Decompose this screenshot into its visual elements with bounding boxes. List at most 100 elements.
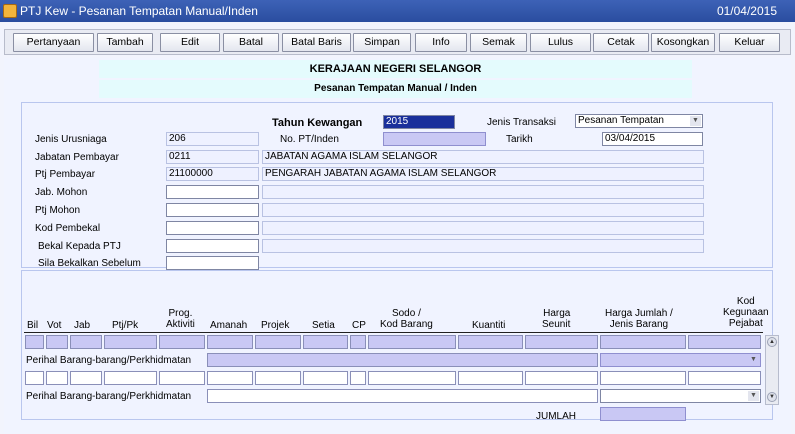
tambah-button[interactable]: Tambah bbox=[97, 33, 153, 52]
jenis-urusniaga-field[interactable]: 206 bbox=[166, 132, 259, 146]
toolbar: Pertanyaan Tambah Edit Batal Batal Baris… bbox=[4, 29, 791, 55]
col-harga-jumlah: Harga Jumlah / Jenis Barang bbox=[605, 308, 673, 330]
row1-bil[interactable] bbox=[25, 335, 44, 349]
scroll-down-icon[interactable]: ▼ bbox=[767, 392, 777, 402]
perihal-label-2: Perihal Barang-barang/Perkhidmatan bbox=[26, 391, 192, 402]
row2-perihal-field[interactable] bbox=[207, 389, 598, 403]
chevron-down-icon[interactable]: ▼ bbox=[690, 116, 701, 126]
col-vot: Vot bbox=[47, 320, 62, 331]
row1-kuantiti[interactable] bbox=[458, 335, 523, 349]
kod-pembekal-label: Kod Pembekal bbox=[35, 223, 101, 234]
info-button[interactable]: Info bbox=[415, 33, 467, 52]
window-title-bar: PTJ Kew - Pesanan Tempatan Manual/Inden … bbox=[0, 0, 795, 22]
jenis-transaksi-value: Pesanan Tempatan bbox=[578, 115, 664, 126]
edit-button[interactable]: Edit bbox=[160, 33, 220, 52]
jab-mohon-field[interactable] bbox=[166, 185, 259, 199]
cetak-button[interactable]: Cetak bbox=[593, 33, 649, 52]
kod-pembekal-field[interactable] bbox=[166, 221, 259, 235]
row2-jenis-select[interactable]: ▼ bbox=[600, 389, 761, 403]
row1-perihal-field[interactable] bbox=[207, 353, 598, 367]
tahun-field[interactable]: 2015 bbox=[383, 115, 455, 129]
col-cp: CP bbox=[352, 320, 366, 331]
row2-prog[interactable] bbox=[159, 371, 205, 385]
row1-prog[interactable] bbox=[159, 335, 205, 349]
row2-ptj[interactable] bbox=[104, 371, 157, 385]
jabatan-code-field[interactable]: 0211 bbox=[166, 150, 259, 164]
col-amanah: Amanah bbox=[210, 320, 248, 331]
chevron-down-icon[interactable]: ▼ bbox=[748, 391, 759, 401]
ptj-code-field[interactable]: 21100000 bbox=[166, 167, 259, 181]
jab-mohon-label: Jab. Mohon bbox=[35, 187, 88, 198]
row1-harga-jumlah[interactable] bbox=[600, 335, 686, 349]
row1-amanah[interactable] bbox=[207, 335, 253, 349]
grid-scrollbar[interactable]: ▲ ▼ bbox=[765, 335, 779, 405]
row1-kod-kegunaan[interactable] bbox=[688, 335, 761, 349]
col-jab: Jab bbox=[74, 320, 91, 331]
batal-baris-button[interactable]: Batal Baris bbox=[282, 33, 351, 52]
row2-projek[interactable] bbox=[255, 371, 301, 385]
row2-cp[interactable] bbox=[350, 371, 366, 385]
perihal-label-1: Perihal Barang-barang/Perkhidmatan bbox=[26, 355, 192, 366]
ptj-mohon-name-field bbox=[262, 203, 704, 217]
tahun-label: Tahun Kewangan bbox=[272, 117, 363, 129]
col-harga-seunit: Harga Seunit bbox=[542, 308, 571, 330]
jenis-urusniaga-label: Jenis Urusniaga bbox=[35, 134, 107, 145]
row2-kod-kegunaan[interactable] bbox=[688, 371, 761, 385]
jenis-transaksi-select[interactable]: Pesanan Tempatan ▼ bbox=[575, 114, 703, 128]
col-sodo: Sodo / Kod Barang bbox=[380, 308, 433, 330]
bekal-field[interactable] bbox=[166, 239, 259, 253]
kod-pembekal-name-field bbox=[262, 221, 704, 235]
row1-cp[interactable] bbox=[350, 335, 366, 349]
lulus-button[interactable]: Lulus bbox=[530, 33, 591, 52]
jumlah-field[interactable] bbox=[600, 407, 686, 421]
pertanyaan-button[interactable]: Pertanyaan bbox=[13, 33, 94, 52]
sila-field[interactable] bbox=[166, 256, 259, 270]
col-prog-aktiviti: Prog. Aktiviti bbox=[166, 308, 195, 330]
row2-setia[interactable] bbox=[303, 371, 348, 385]
batal-button[interactable]: Batal bbox=[223, 33, 279, 52]
row2-harga-jumlah[interactable] bbox=[600, 371, 686, 385]
row1-jenis-select[interactable]: ▼ bbox=[600, 353, 761, 367]
jenis-transaksi-label: Jenis Transaksi bbox=[487, 117, 556, 128]
tarikh-label: Tarikh bbox=[506, 134, 533, 145]
main-form-area: KERAJAAN NEGERI SELANGOR Pesanan Tempata… bbox=[4, 58, 791, 434]
row2-sodo[interactable] bbox=[368, 371, 456, 385]
jabatan-name-field: JABATAN AGAMA ISLAM SELANGOR bbox=[262, 150, 704, 164]
ptj-mohon-field[interactable] bbox=[166, 203, 259, 217]
ptj-label: Ptj Pembayar bbox=[35, 169, 96, 180]
grid-header-line bbox=[24, 332, 763, 333]
col-projek: Projek bbox=[261, 320, 290, 331]
row2-vot[interactable] bbox=[46, 371, 68, 385]
no-pt-field[interactable] bbox=[383, 132, 486, 146]
row1-ptj[interactable] bbox=[104, 335, 157, 349]
col-ptj-pk: Ptj/Pk bbox=[112, 320, 139, 331]
row2-kuantiti[interactable] bbox=[458, 371, 523, 385]
window-title: PTJ Kew - Pesanan Tempatan Manual/Inden bbox=[20, 4, 258, 18]
col-bil: Bil bbox=[27, 320, 39, 331]
col-setia: Setia bbox=[312, 320, 335, 331]
row1-setia[interactable] bbox=[303, 335, 348, 349]
scroll-up-icon[interactable]: ▲ bbox=[767, 337, 777, 347]
form-title-banner: Pesanan Tempatan Manual / Inden bbox=[99, 80, 692, 98]
chevron-down-icon[interactable]: ▼ bbox=[748, 355, 759, 365]
tarikh-field[interactable]: 03/04/2015 bbox=[602, 132, 703, 146]
row2-harga-seunit[interactable] bbox=[525, 371, 598, 385]
row1-jab[interactable] bbox=[70, 335, 102, 349]
row1-vot[interactable] bbox=[46, 335, 68, 349]
kosongkan-button[interactable]: Kosongkan bbox=[651, 33, 715, 52]
row1-projek[interactable] bbox=[255, 335, 301, 349]
row2-jab[interactable] bbox=[70, 371, 102, 385]
government-banner: KERAJAAN NEGERI SELANGOR bbox=[99, 60, 692, 78]
simpan-button[interactable]: Simpan bbox=[353, 33, 411, 52]
row1-harga-seunit[interactable] bbox=[525, 335, 598, 349]
ptj-name-field: PENGARAH JABATAN AGAMA ISLAM SELANGOR bbox=[262, 167, 704, 181]
row2-bil[interactable] bbox=[25, 371, 44, 385]
semak-button[interactable]: Semak bbox=[470, 33, 527, 52]
row1-sodo[interactable] bbox=[368, 335, 456, 349]
app-icon bbox=[3, 4, 17, 18]
jumlah-label: JUMLAH bbox=[536, 411, 577, 422]
window-date: 01/04/2015 bbox=[716, 4, 777, 18]
row2-amanah[interactable] bbox=[207, 371, 253, 385]
jab-mohon-name-field bbox=[262, 185, 704, 199]
keluar-button[interactable]: Keluar bbox=[719, 33, 780, 52]
